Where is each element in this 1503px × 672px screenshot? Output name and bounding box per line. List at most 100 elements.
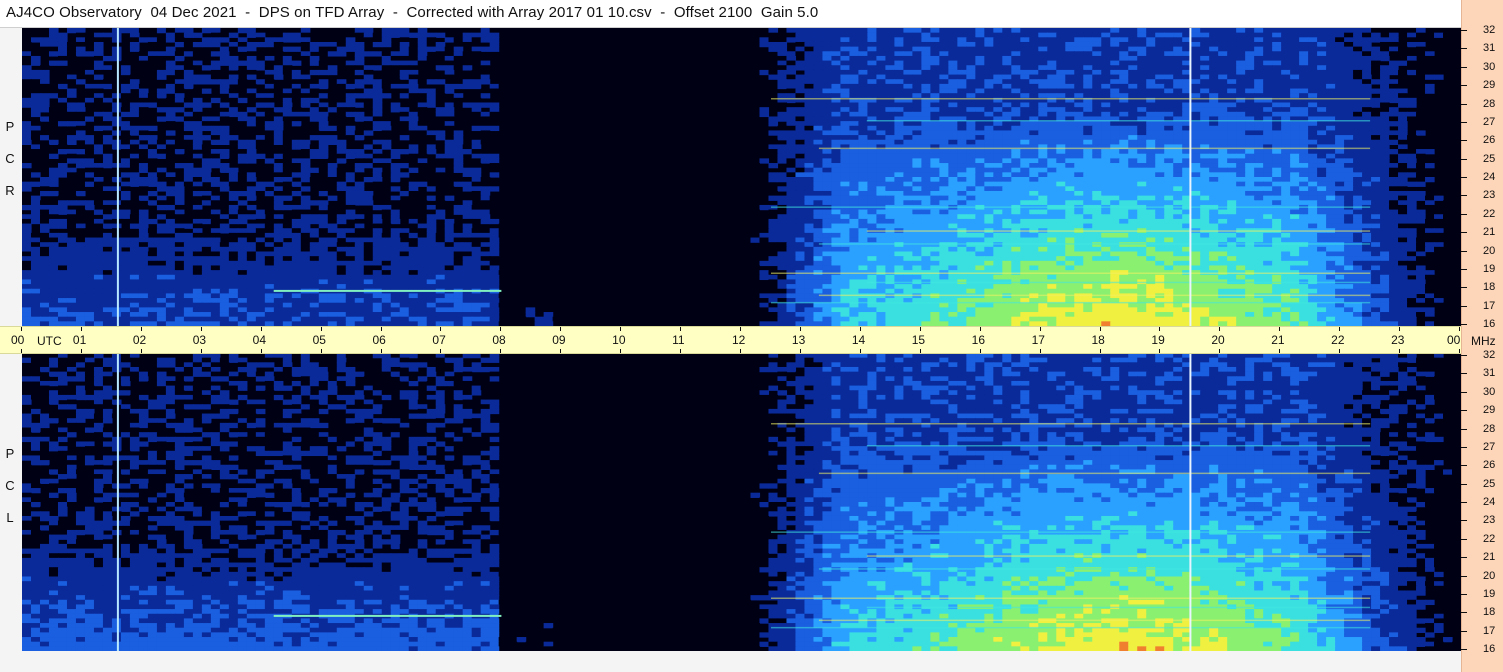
spectrogram-cell [831, 116, 842, 122]
spectrogram-cell [831, 153, 842, 159]
spectrogram-cell [1389, 97, 1399, 104]
spectrogram-cell [210, 69, 221, 76]
spectrogram-cell [1173, 60, 1183, 66]
spectrogram-cell [1236, 60, 1246, 66]
spectrogram-cell [1236, 153, 1246, 159]
spectrogram-cell [1074, 51, 1084, 57]
spectrogram-cell [876, 88, 886, 94]
spectrogram-cell [48, 167, 59, 173]
spectrogram-cell [1137, 111, 1147, 118]
spectrogram-cell [1173, 232, 1183, 239]
spectrogram-cell [291, 135, 302, 141]
spectrogram-cell [1038, 46, 1048, 52]
spectrogram-cell [1074, 79, 1084, 85]
spectrogram-cell [1029, 74, 1039, 80]
spectrogram-cell [1146, 102, 1156, 108]
spectrogram-cell [858, 65, 869, 71]
spectrogram-cell [1074, 190, 1084, 197]
spectrogram-cell [1047, 209, 1057, 215]
spectrogram-cell [57, 200, 68, 206]
spectrogram-cell [138, 116, 149, 122]
spectrogram-cell [1146, 130, 1156, 136]
spectrogram-cell [1191, 125, 1201, 132]
spectrogram-cell [1146, 32, 1156, 38]
spectrogram-cell [282, 88, 293, 94]
spectrogram-cell [1344, 102, 1354, 108]
spectrogram-cell [975, 195, 985, 201]
spectrogram-cell [1056, 153, 1066, 159]
spectrogram-cell [867, 232, 877, 239]
spectrogram-cell [120, 107, 131, 113]
spectrogram-cell [372, 93, 383, 99]
spectrogram-cell [30, 125, 41, 132]
spectrogram-cell [237, 69, 248, 76]
spectrogram-cell [1092, 190, 1102, 197]
spectrogram-cell [1308, 32, 1318, 38]
spectrogram-cell [480, 149, 491, 155]
spectrogram-cell [1299, 218, 1309, 225]
spectrogram-cell [264, 51, 275, 57]
spectrogram-cell [471, 135, 482, 141]
spectrogram-cell [840, 200, 851, 206]
spectrogram-cell [183, 139, 194, 146]
spectrogram-cell [237, 111, 248, 118]
spectrogram-cell [795, 32, 806, 38]
spectrogram-cell [66, 102, 77, 108]
spectrogram-cell [417, 28, 428, 34]
spectrogram-cell [1344, 223, 1354, 229]
spectrogram-cell [1353, 139, 1363, 146]
spectrogram-cell [1290, 149, 1300, 155]
spectrogram-cell [867, 135, 877, 141]
spectrogram-cell [885, 223, 895, 229]
spectrogram-cell [408, 181, 419, 187]
spectrogram-cell [273, 139, 284, 146]
spectrogram-cell [1047, 200, 1057, 206]
spectrogram-cell [1173, 139, 1183, 146]
spectrogram-cell [120, 93, 131, 99]
spectrogram-cell [264, 102, 275, 108]
spectrogram-cell [1281, 186, 1291, 192]
spectrogram-cell [282, 55, 293, 62]
spectrogram-cell [1362, 37, 1372, 43]
spectrogram-cell [1308, 51, 1318, 57]
spectrogram-cell [300, 139, 311, 146]
spectrogram-cell [1092, 167, 1102, 173]
spectrogram-cell [1353, 158, 1363, 164]
spectrogram-cell [318, 111, 329, 118]
spectrogram-cell [831, 167, 842, 173]
spectrogram-cell [354, 65, 365, 71]
spectrogram-cell [1326, 158, 1336, 164]
spectrogram-cell [831, 74, 842, 80]
spectrogram-cell [1416, 130, 1426, 136]
spectrogram-cell [363, 153, 374, 159]
spectrogram-cell [822, 28, 833, 34]
spectrogram-cell [768, 228, 779, 234]
spectrogram-cell [336, 190, 347, 197]
spectrogram-cell [22, 186, 32, 192]
spectrogram-cell [1002, 158, 1012, 164]
spectrogram-cell [336, 46, 347, 52]
spectrogram-cell [1371, 223, 1381, 229]
spectrogram-cell [1218, 158, 1228, 164]
spectrogram-cell [696, 181, 707, 187]
spectrogram-cell [1362, 214, 1372, 220]
spectrogram-cell [246, 158, 257, 164]
spectrogram-cell [228, 97, 239, 104]
spectrogram-cell [1155, 41, 1165, 48]
spectrogram-cell [372, 79, 383, 85]
spectrogram-cell [111, 32, 122, 38]
spectrogram-cell [1002, 181, 1012, 187]
spectrogram-cell [273, 121, 284, 127]
spectrogram-cell [372, 177, 383, 183]
spectrogram-cell [894, 111, 904, 118]
spectrogram-cell [1416, 41, 1426, 48]
spectrogram-cell [822, 116, 833, 122]
spectrogram-cell [786, 88, 797, 94]
spectrogram-cell [1362, 69, 1372, 76]
spectrogram-cell [1146, 158, 1156, 164]
spectrogram-cell [1164, 93, 1174, 99]
spectrogram-cell [237, 149, 248, 155]
spectrogram-cell [327, 125, 338, 132]
spectrogram-cell [1128, 125, 1138, 132]
spectrogram-cell [1425, 172, 1435, 178]
